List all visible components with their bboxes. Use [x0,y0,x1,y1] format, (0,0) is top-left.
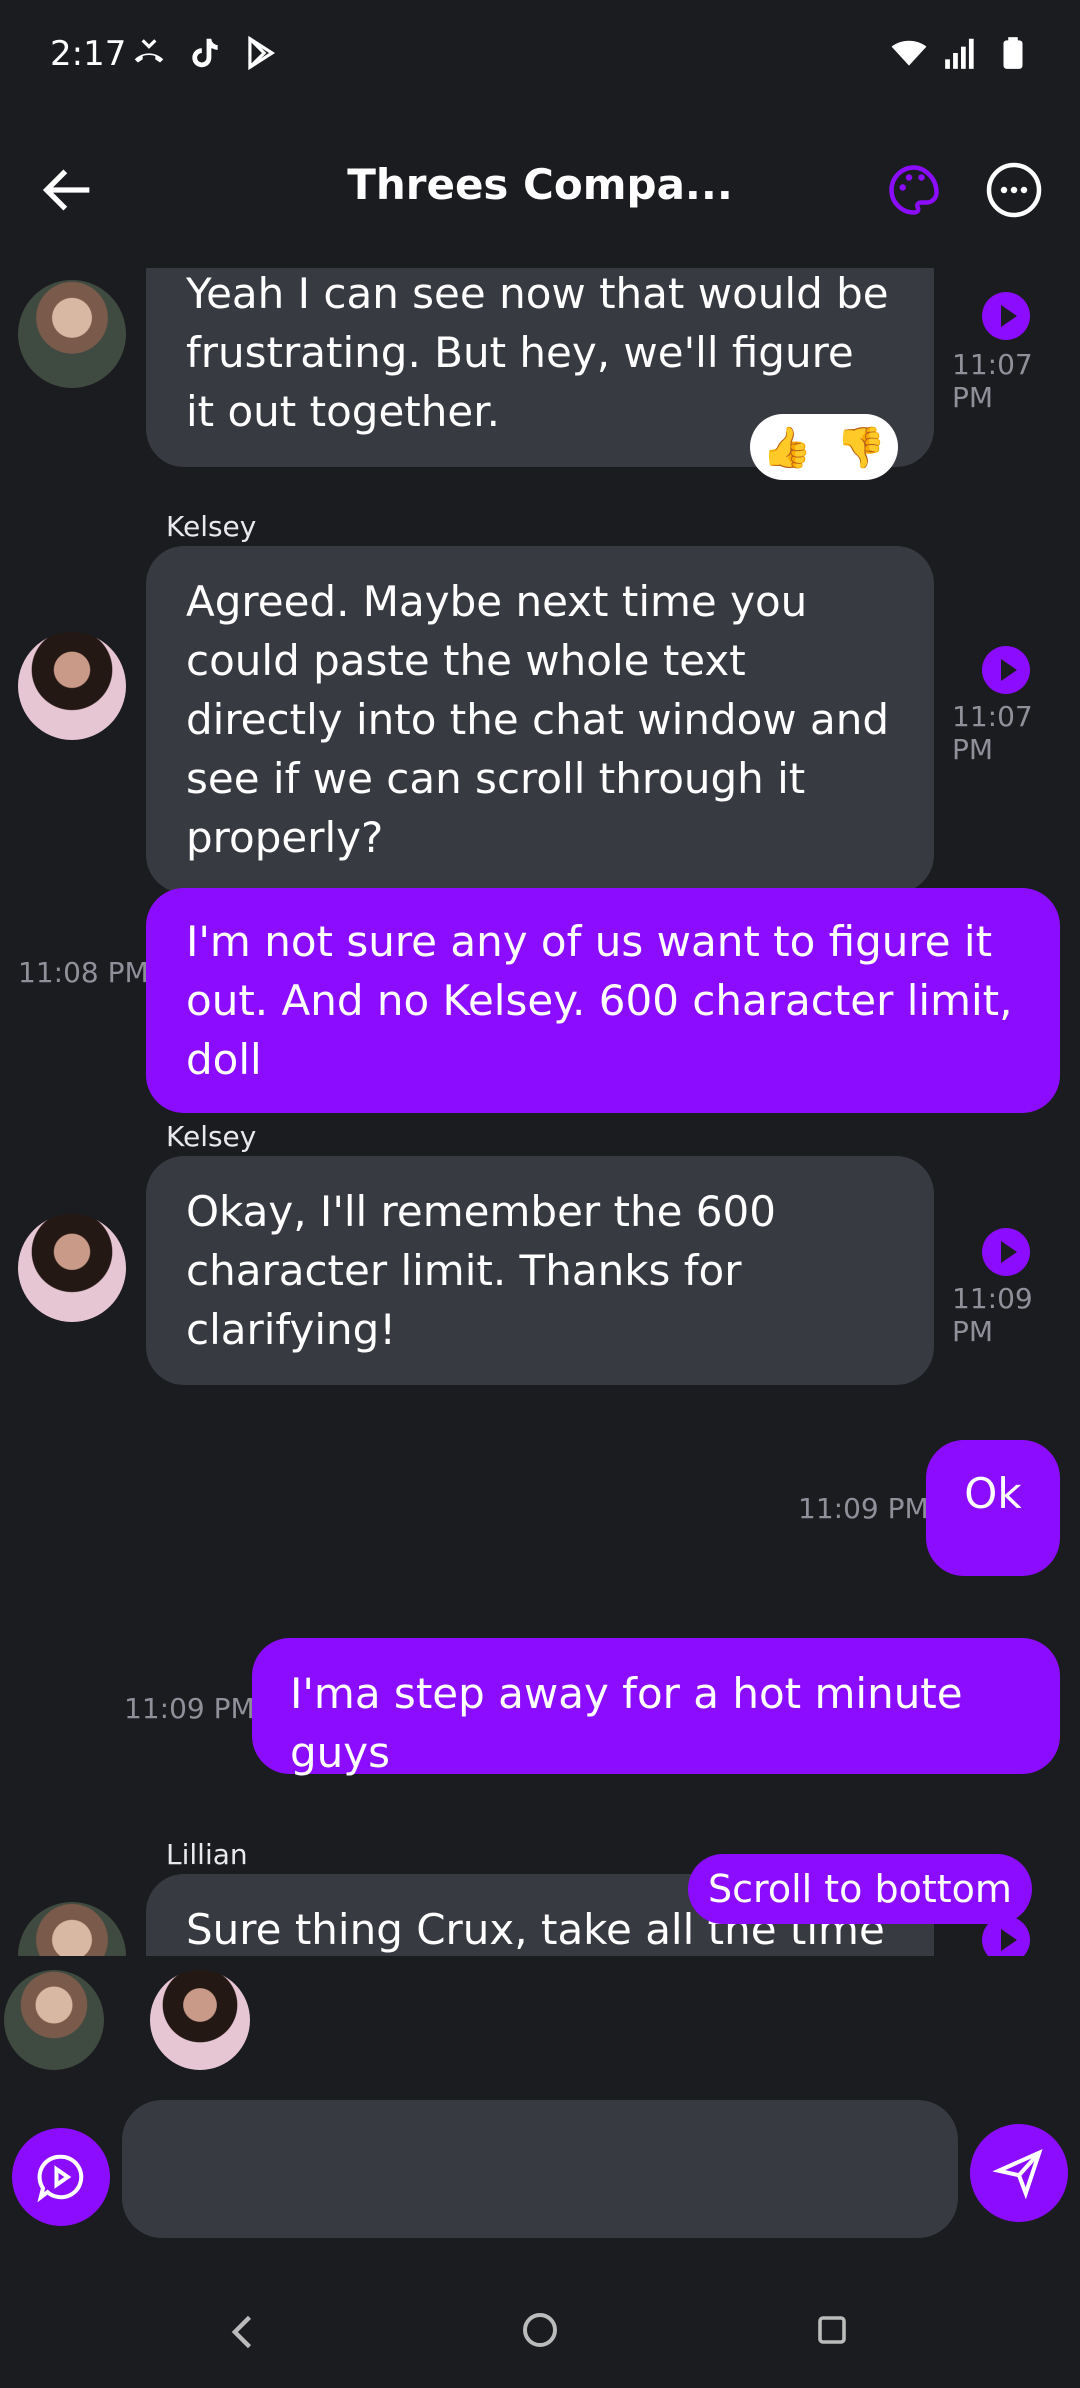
sender-name: Lillian [166,1838,248,1871]
scroll-to-bottom-button[interactable]: Scroll to bottom [688,1854,1032,1924]
more-options-icon[interactable] [984,158,1044,222]
avatar[interactable] [18,1902,126,1956]
message-time: 11:09 PM [952,1282,1033,1348]
message-time: 11:07 PM [952,348,1033,414]
voice-chat-icon [37,2154,84,2203]
message-time: 11:09 PM [798,1492,929,1525]
avatar[interactable] [18,1214,126,1322]
avatar[interactable] [18,280,126,388]
avatar[interactable] [18,632,126,740]
thumbs-up-icon[interactable]: 👍 [762,424,812,471]
play-audio-button[interactable] [982,646,1030,694]
participant-avatar[interactable] [4,1970,104,2070]
message-time: 11:08 PM [18,956,149,989]
sender-name: Kelsey [166,510,257,543]
message-bubble[interactable]: I'm not sure any of us want to figure it… [146,888,1060,1113]
message-bubble[interactable]: Okay, I'll remember the 600 character li… [146,1156,934,1385]
sender-name: Kelsey [166,1120,257,1153]
chat-header: Threes Compa... [0,140,1080,240]
nav-back-icon[interactable] [222,2310,266,2354]
message-time: 11:07 PM [952,700,1033,766]
send-button[interactable] [970,2124,1068,2222]
participant-avatar[interactable] [150,1970,250,2070]
voice-message-button[interactable] [12,2128,110,2226]
wifi-icon [891,40,927,66]
signal-icon [945,38,974,69]
play-audio-button[interactable] [982,292,1030,340]
thumbs-down-icon[interactable]: 👎 [836,424,886,471]
reaction-pill: 👍 👎 [750,414,898,480]
message-composer [0,2096,1080,2246]
nav-home-icon[interactable] [520,2310,560,2350]
system-nav-bar [0,2270,1080,2388]
send-icon [992,2149,1043,2200]
message-bubble[interactable]: I'ma step away for a hot minute guys [252,1638,1060,1777]
chat-title[interactable]: Threes Compa... [220,160,860,209]
message-bubble[interactable]: Agreed. Maybe next time you could paste … [146,546,934,893]
status-time: 2:17 [50,34,127,74]
missed-call-icon [134,39,164,63]
back-arrow-icon[interactable] [36,158,100,222]
play-store-icon [248,35,276,71]
status-bar: 2:17 [0,0,1080,110]
message-input[interactable] [122,2100,958,2238]
tiktok-icon [192,38,218,68]
play-audio-button[interactable] [982,1228,1030,1276]
palette-icon[interactable] [884,160,944,220]
nav-recents-icon[interactable] [814,2312,850,2348]
message-list[interactable]: Yeah I can see now that would be frustra… [0,268,1080,1956]
participants-row [0,1966,1080,2076]
message-time: 11:09 PM [124,1692,255,1725]
message-bubble[interactable]: Ok [926,1440,1060,1576]
battery-icon [1003,37,1023,69]
